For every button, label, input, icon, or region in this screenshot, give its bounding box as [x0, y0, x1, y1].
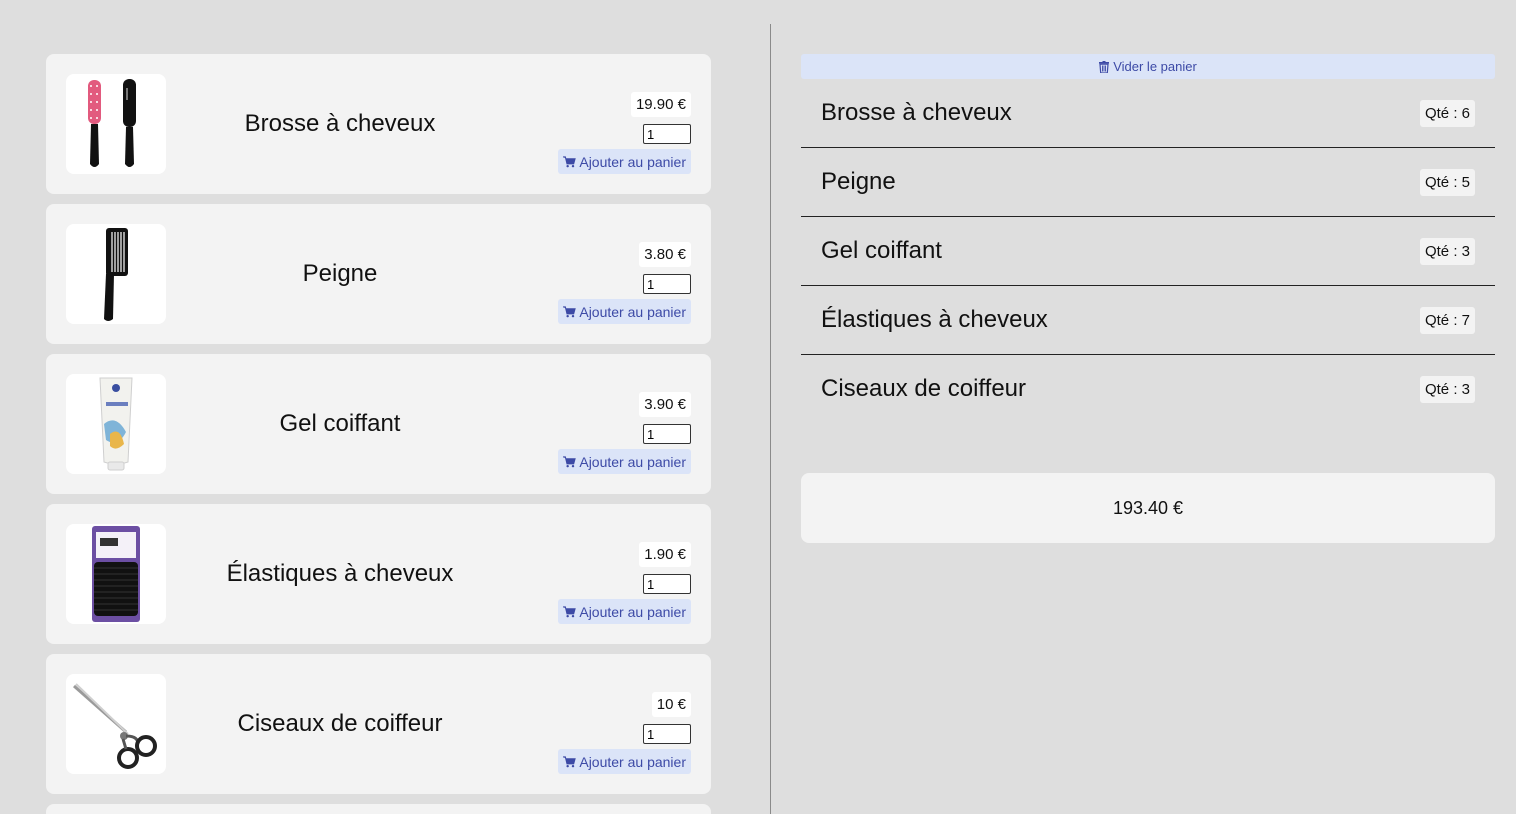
- product-price: 19.90 €: [630, 92, 691, 117]
- comb-icon: [66, 224, 166, 324]
- page: Brosse à cheveux 19.90 € Ajouter au pani…: [0, 0, 1516, 814]
- product-card: Peigne 3.80 € Ajouter au panier: [46, 204, 711, 344]
- hairbrush-icon: [66, 74, 166, 174]
- add-to-cart-button[interactable]: Ajouter au panier: [558, 299, 691, 324]
- product-name: Élastiques à cheveux: [226, 560, 454, 587]
- product-card: Gel coiffant 3.90 € Ajouter au panier: [46, 354, 711, 494]
- cart-item: Peigne Qté : 5: [801, 148, 1495, 217]
- product-name: Gel coiffant: [279, 410, 401, 437]
- cart-item-quantity: Qté : 7: [1419, 306, 1475, 334]
- shopping-cart-icon: [563, 755, 577, 767]
- shopping-cart-icon: [563, 605, 577, 617]
- cart-item-quantity: Qté : 6: [1419, 99, 1475, 127]
- product-price: 3.80 €: [639, 242, 691, 267]
- cart-item-name: Brosse à cheveux: [821, 99, 1012, 126]
- cart-item-name: Gel coiffant: [821, 237, 942, 264]
- cart-item: Gel coiffant Qté : 3: [801, 217, 1495, 286]
- quantity-input[interactable]: [643, 424, 691, 444]
- cart-panel: Vider le panier Brosse à cheveux Qté : 6…: [801, 54, 1495, 423]
- cart-list: Brosse à cheveux Qté : 6 Peigne Qté : 5 …: [801, 79, 1495, 423]
- add-to-cart-label: Ajouter au panier: [579, 453, 686, 470]
- add-to-cart-label: Ajouter au panier: [579, 603, 686, 620]
- add-to-cart-button[interactable]: Ajouter au panier: [558, 149, 691, 174]
- quantity-input[interactable]: [643, 124, 691, 144]
- clear-cart-button[interactable]: Vider le panier: [801, 54, 1495, 79]
- cart-item-name: Élastiques à cheveux: [821, 306, 1048, 333]
- product-price: 3.90 €: [639, 392, 691, 417]
- shopping-cart-icon: [563, 155, 577, 167]
- product-card: Ciseaux de coiffeur 10 € Ajouter au pani…: [46, 654, 711, 794]
- shopping-cart-icon: [563, 305, 577, 317]
- add-to-cart-button[interactable]: Ajouter au panier: [558, 449, 691, 474]
- gel-tube-icon: [66, 374, 166, 474]
- product-name: Brosse à cheveux: [244, 110, 436, 137]
- quantity-input[interactable]: [643, 274, 691, 294]
- product-price: 10 €: [651, 692, 691, 717]
- hair-ties-icon: [66, 524, 166, 624]
- scissors-icon: [66, 674, 166, 774]
- clear-cart-label: Vider le panier: [1113, 59, 1197, 74]
- cart-item: Ciseaux de coiffeur Qté : 3: [801, 355, 1495, 423]
- trash-icon: [1099, 60, 1110, 73]
- add-to-cart-label: Ajouter au panier: [579, 753, 686, 770]
- cart-item: Élastiques à cheveux Qté : 7: [801, 286, 1495, 355]
- quantity-input[interactable]: [643, 574, 691, 594]
- add-to-cart-label: Ajouter au panier: [579, 153, 686, 170]
- cart-item: Brosse à cheveux Qté : 6: [801, 79, 1495, 148]
- cart-item-name: Ciseaux de coiffeur: [821, 375, 1027, 402]
- shopping-cart-icon: [563, 455, 577, 467]
- product-card: Brosse à cheveux 19.90 € Ajouter au pani…: [46, 54, 711, 194]
- add-to-cart-label: Ajouter au panier: [579, 303, 686, 320]
- add-to-cart-button[interactable]: Ajouter au panier: [558, 749, 691, 774]
- product-card-partial: [46, 804, 711, 814]
- quantity-input[interactable]: [643, 724, 691, 744]
- column-divider: [770, 24, 771, 814]
- cart-item-name: Peigne: [821, 168, 896, 195]
- product-card: Élastiques à cheveux 1.90 € Ajouter au p…: [46, 504, 711, 644]
- product-price: 1.90 €: [639, 542, 691, 567]
- product-name: Peigne: [302, 260, 378, 287]
- cart-item-quantity: Qté : 5: [1419, 168, 1475, 196]
- cart-item-quantity: Qté : 3: [1419, 375, 1475, 403]
- cart-item-quantity: Qté : 3: [1419, 237, 1475, 265]
- product-name: Ciseaux de coiffeur: [237, 710, 443, 737]
- add-to-cart-button[interactable]: Ajouter au panier: [558, 599, 691, 624]
- product-list: Brosse à cheveux 19.90 € Ajouter au pani…: [46, 54, 711, 804]
- cart-total: 193.40 €: [801, 473, 1495, 543]
